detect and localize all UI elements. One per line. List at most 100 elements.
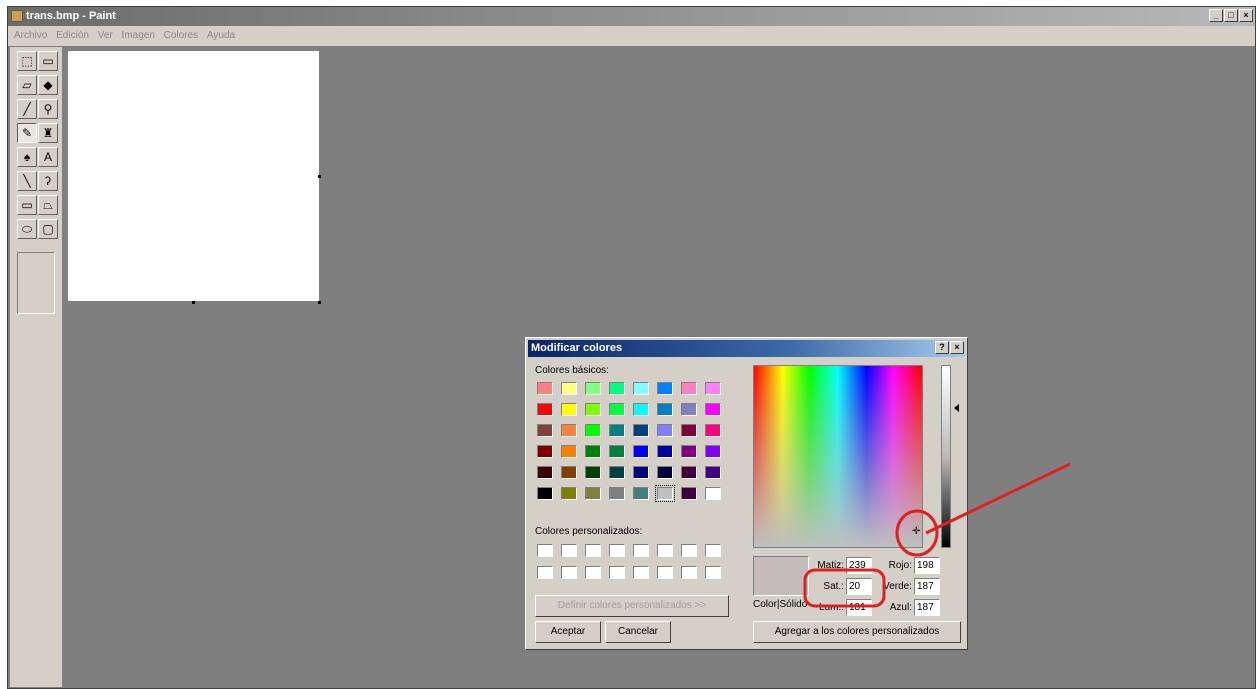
- menu-archivo[interactable]: Archivo: [14, 30, 47, 41]
- luminosity-arrow-icon[interactable]: [954, 404, 959, 412]
- basic-color-swatch[interactable]: [657, 424, 673, 437]
- select-tool[interactable]: ▭: [38, 51, 58, 71]
- custom-color-swatch[interactable]: [585, 566, 601, 579]
- basic-color-swatch[interactable]: [657, 403, 673, 416]
- basic-color-swatch[interactable]: [705, 466, 721, 479]
- basic-color-swatch[interactable]: [657, 382, 673, 395]
- basic-color-swatch[interactable]: [561, 466, 577, 479]
- custom-color-swatch[interactable]: [657, 566, 673, 579]
- basic-color-swatch[interactable]: [633, 445, 649, 458]
- dialog-close-button[interactable]: ×: [950, 341, 964, 354]
- define-custom-colors-button[interactable]: Definir colores personalizados >>: [535, 595, 729, 617]
- airbrush-tool[interactable]: ♠: [17, 147, 37, 167]
- magnifier-tool[interactable]: ⚲: [38, 99, 58, 119]
- custom-color-swatch[interactable]: [681, 566, 697, 579]
- menu-edicion[interactable]: Edición: [56, 30, 89, 41]
- basic-color-swatch[interactable]: [585, 424, 601, 437]
- basic-color-swatch[interactable]: [609, 403, 625, 416]
- custom-color-swatch[interactable]: [561, 566, 577, 579]
- basic-color-swatch[interactable]: [705, 445, 721, 458]
- add-to-custom-colors-button[interactable]: Agregar a los colores personalizados: [753, 621, 961, 643]
- custom-color-swatch[interactable]: [561, 544, 577, 557]
- basic-color-swatch[interactable]: [681, 403, 697, 416]
- basic-color-swatch[interactable]: [633, 466, 649, 479]
- custom-color-swatch[interactable]: [705, 566, 721, 579]
- custom-color-swatch[interactable]: [681, 544, 697, 557]
- basic-color-swatch[interactable]: [537, 445, 553, 458]
- maximize-button[interactable]: □: [1224, 9, 1238, 22]
- custom-color-swatch[interactable]: [633, 544, 649, 557]
- menu-colores[interactable]: Colores: [164, 30, 198, 41]
- basic-color-swatch[interactable]: [585, 466, 601, 479]
- basic-color-swatch[interactable]: [633, 403, 649, 416]
- pick-color-tool[interactable]: ╱: [17, 99, 37, 119]
- sat-field[interactable]: 20: [846, 578, 872, 595]
- basic-color-swatch[interactable]: [657, 445, 673, 458]
- basic-color-swatch[interactable]: [585, 382, 601, 395]
- basic-color-swatch[interactable]: [537, 382, 553, 395]
- rounded-rectangle-tool[interactable]: ▢: [38, 219, 58, 239]
- basic-color-swatch[interactable]: [633, 487, 649, 500]
- close-button[interactable]: ×: [1239, 9, 1253, 22]
- basic-color-swatch[interactable]: [537, 424, 553, 437]
- custom-color-swatch[interactable]: [609, 566, 625, 579]
- basic-color-swatch[interactable]: [633, 382, 649, 395]
- basic-color-swatch[interactable]: [705, 382, 721, 395]
- basic-color-swatch[interactable]: [585, 487, 601, 500]
- basic-color-swatch[interactable]: [633, 424, 649, 437]
- basic-color-swatch[interactable]: [585, 403, 601, 416]
- basic-color-swatch[interactable]: [537, 403, 553, 416]
- fill-tool[interactable]: ◆: [38, 75, 58, 95]
- tool-options-box[interactable]: [17, 252, 55, 314]
- basic-color-swatch[interactable]: [561, 445, 577, 458]
- basic-color-swatch[interactable]: [585, 445, 601, 458]
- custom-color-swatch[interactable]: [609, 544, 625, 557]
- custom-color-swatch[interactable]: [657, 544, 673, 557]
- menu-ayuda[interactable]: Ayuda: [207, 30, 235, 41]
- basic-color-swatch[interactable]: [609, 466, 625, 479]
- basic-color-swatch[interactable]: [561, 403, 577, 416]
- basic-color-swatch[interactable]: [681, 466, 697, 479]
- rectangle-tool[interactable]: ▭: [17, 195, 37, 215]
- text-tool[interactable]: A: [38, 147, 58, 167]
- polygon-tool[interactable]: ⏢: [38, 195, 58, 215]
- basic-color-swatch[interactable]: [681, 487, 697, 500]
- basic-color-swatch[interactable]: [657, 466, 673, 479]
- luminosity-slider[interactable]: [941, 365, 951, 548]
- basic-color-swatch[interactable]: [681, 424, 697, 437]
- menu-imagen[interactable]: Imagen: [122, 30, 155, 41]
- basic-color-swatch[interactable]: [537, 466, 553, 479]
- blue-field[interactable]: 187: [914, 599, 940, 616]
- brush-tool[interactable]: ♜: [38, 123, 58, 143]
- line-tool[interactable]: ╲: [17, 171, 37, 191]
- basic-color-swatch[interactable]: [681, 445, 697, 458]
- custom-color-swatch[interactable]: [633, 566, 649, 579]
- custom-color-swatch[interactable]: [537, 544, 553, 557]
- basic-color-swatch[interactable]: [681, 382, 697, 395]
- custom-color-swatch[interactable]: [585, 544, 601, 557]
- drawing-canvas[interactable]: [68, 51, 321, 304]
- eraser-tool[interactable]: ▱: [17, 75, 37, 95]
- curve-tool[interactable]: ʔ: [38, 171, 58, 191]
- basic-color-swatch[interactable]: [537, 487, 553, 500]
- color-spectrum[interactable]: [753, 365, 923, 548]
- basic-color-swatch[interactable]: [705, 403, 721, 416]
- basic-color-swatch[interactable]: [705, 424, 721, 437]
- ok-button[interactable]: Aceptar: [535, 621, 601, 643]
- hue-field[interactable]: 239: [846, 557, 872, 574]
- custom-color-swatch[interactable]: [705, 544, 721, 557]
- basic-color-swatch[interactable]: [705, 487, 721, 500]
- basic-color-swatch[interactable]: [561, 487, 577, 500]
- spectrum-crosshair[interactable]: ✛: [912, 526, 920, 537]
- red-field[interactable]: 198: [914, 557, 940, 574]
- basic-color-swatch[interactable]: [609, 382, 625, 395]
- basic-color-swatch[interactable]: [655, 485, 675, 502]
- minimize-button[interactable]: _: [1209, 9, 1223, 22]
- basic-color-swatch[interactable]: [609, 424, 625, 437]
- help-button[interactable]: ?: [935, 341, 949, 354]
- basic-color-swatch[interactable]: [609, 487, 625, 500]
- lum-field[interactable]: 181: [846, 599, 872, 616]
- green-field[interactable]: 187: [914, 578, 940, 595]
- pencil-tool[interactable]: ✎: [17, 123, 37, 143]
- menu-ver[interactable]: Ver: [98, 30, 113, 41]
